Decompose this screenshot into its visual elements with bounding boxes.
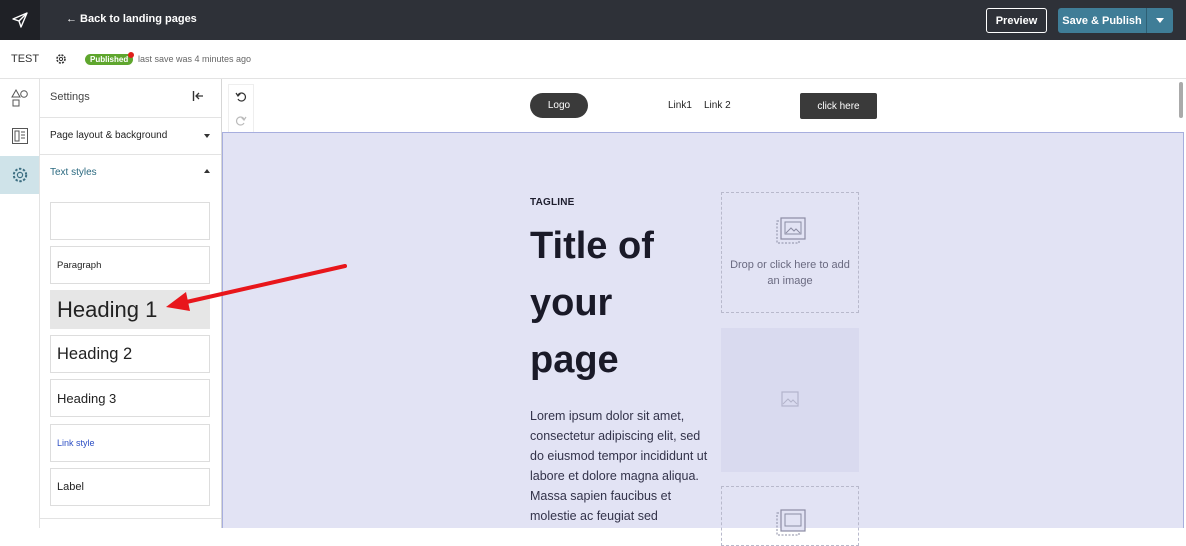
page-name: TEST [11, 53, 40, 65]
text-styles-section[interactable]: Text styles [40, 154, 221, 192]
page-settings-gear-icon[interactable] [55, 53, 67, 65]
image-placeholder-icon [776, 217, 806, 245]
save-and-publish-button[interactable]: Save & Publish [1058, 8, 1173, 33]
page-status-bar: TEST Published last save was 4 minutes a… [0, 40, 1186, 79]
page-layout-section[interactable]: Page layout & background [40, 117, 221, 155]
status-indicator-dot [128, 52, 134, 58]
nav-link-1[interactable]: Link1 [668, 100, 692, 111]
text-styles-label: Text styles [50, 167, 97, 178]
image-icon [781, 391, 799, 407]
shapes-icon [10, 89, 28, 107]
image-drop-zone-2[interactable] [721, 486, 859, 546]
text-style-link[interactable]: Link style [50, 424, 210, 462]
text-style-label[interactable]: Label [50, 468, 210, 506]
settings-panel: Settings Page layout & background Text s… [40, 79, 222, 528]
preview-button[interactable]: Preview [986, 8, 1047, 33]
image-drop-text: Drop or click here to add an image [730, 259, 850, 287]
history-controls [228, 84, 254, 133]
elements-tool[interactable] [0, 79, 39, 117]
sections-tool[interactable] [0, 117, 39, 155]
text-style-blank[interactable] [50, 202, 210, 240]
link-style-label: Link style [57, 438, 95, 448]
paragraph-label: Paragraph [57, 259, 102, 271]
chevron-down-icon [204, 134, 210, 138]
save-status-text: last save was 4 minutes ago [138, 54, 252, 64]
left-tool-rail [0, 79, 40, 528]
logo-placeholder[interactable]: Logo [530, 93, 588, 118]
redo-icon[interactable] [235, 115, 247, 127]
gear-icon [12, 167, 27, 183]
panel-title: Settings [50, 91, 90, 103]
text-style-heading-3[interactable]: Heading 3 [50, 379, 210, 417]
canvas-scrollbar[interactable] [1179, 82, 1183, 118]
back-to-landing-pages-link[interactable]: ← Back to landing pages [66, 13, 197, 25]
top-bar: ← Back to landing pages Preview Save & P… [0, 0, 1186, 40]
collapse-panel-icon[interactable] [192, 90, 204, 102]
text-style-paragraph[interactable]: Paragraph [50, 246, 210, 284]
image-placeholder-icon [776, 509, 806, 537]
settings-tool[interactable] [0, 156, 39, 194]
chevron-up-icon [204, 169, 210, 173]
image-placeholder[interactable] [721, 328, 859, 472]
label-style-label: Label [57, 481, 84, 493]
hero-title[interactable]: Title of your page [530, 218, 710, 389]
hero-tagline[interactable]: TAGLINE [530, 197, 575, 208]
text-style-heading-2[interactable]: Heading 2 [50, 335, 210, 373]
page-layout-label: Page layout & background [50, 130, 168, 141]
status-badge: Published [85, 54, 134, 65]
caret-down-icon [1156, 18, 1164, 23]
paper-plane-icon [12, 12, 28, 28]
cta-button[interactable]: click here [800, 93, 877, 119]
heading-1-label: Heading 1 [57, 296, 158, 322]
save-and-publish-label[interactable]: Save & Publish [1058, 15, 1146, 27]
undo-icon[interactable] [235, 91, 247, 103]
hero-body-text[interactable]: Lorem ipsum dolor sit amet, consectetur … [530, 406, 715, 526]
publish-options-dropdown[interactable] [1147, 18, 1173, 23]
layout-icon [11, 128, 28, 144]
text-style-heading-1[interactable]: Heading 1 [50, 290, 210, 329]
divider [40, 518, 221, 519]
nav-link-2[interactable]: Link 2 [704, 100, 731, 111]
heading-3-label: Heading 3 [57, 390, 117, 406]
image-drop-zone[interactable]: Drop or click here to add an image [721, 192, 859, 313]
heading-2-label: Heading 2 [57, 344, 133, 363]
app-menu-button[interactable] [0, 0, 40, 40]
